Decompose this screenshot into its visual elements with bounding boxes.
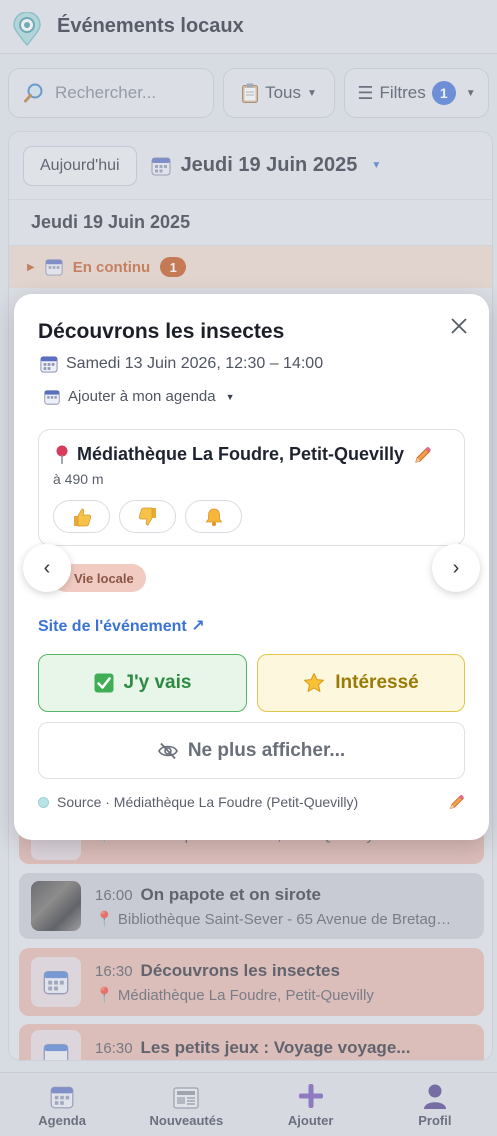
- thumbs-down-icon: [138, 507, 158, 527]
- eye-slash-icon: [157, 742, 178, 760]
- venue-name: Médiathèque La Foudre, Petit-Quevilly: [77, 444, 405, 464]
- going-label: J'y vais: [123, 672, 192, 693]
- interested-button[interactable]: Intéressé: [257, 654, 465, 712]
- edit-pencil-icon[interactable]: [414, 446, 432, 464]
- edit-pencil-icon[interactable]: [449, 794, 465, 810]
- close-button[interactable]: [445, 312, 473, 340]
- bell-icon: [204, 507, 224, 527]
- event-datetime-text: Samedi 13 Juin 2026, 12:30 – 14:00: [66, 355, 324, 372]
- previous-event-button[interactable]: ‹: [23, 544, 71, 592]
- location-pin-icon: [55, 445, 69, 465]
- thumbs-up-button[interactable]: [53, 500, 110, 533]
- hide-event-label: Ne plus afficher...: [187, 739, 346, 761]
- interested-label: Intéressé: [335, 672, 419, 693]
- venue-distance: à 490 m: [53, 471, 104, 487]
- notify-button[interactable]: [185, 500, 242, 533]
- calendar-icon: [40, 355, 58, 373]
- venue-name-row: Médiathèque La Foudre, Petit-Quevilly: [55, 444, 432, 465]
- event-website-link[interactable]: Site de l'événement ↗: [38, 616, 205, 636]
- check-box-icon: [94, 673, 114, 693]
- add-to-agenda-label: Ajouter à mon agenda: [68, 388, 216, 405]
- reaction-buttons: [53, 500, 242, 533]
- chevron-right-icon: ›: [452, 556, 460, 579]
- hide-event-button[interactable]: Ne plus afficher...: [38, 722, 465, 779]
- going-button[interactable]: J'y vais: [38, 654, 247, 712]
- event-title: Découvrons les insectes: [38, 320, 285, 343]
- chevron-left-icon: ‹: [43, 556, 51, 579]
- thumbs-down-button[interactable]: [119, 500, 176, 533]
- chevron-down-icon: ▼: [225, 391, 235, 402]
- next-event-button[interactable]: ›: [432, 544, 480, 592]
- source-dot-icon: [38, 796, 49, 808]
- close-icon: [451, 318, 467, 334]
- event-datetime: Samedi 13 Juin 2026, 12:30 – 14:00: [40, 355, 323, 373]
- venue-card: Médiathèque La Foudre, Petit-Quevilly à …: [38, 429, 465, 546]
- calendar-icon: [44, 389, 60, 405]
- source-text: Source · Médiathèque La Foudre (Petit-Qu…: [57, 794, 359, 810]
- source-row: Source · Médiathèque La Foudre (Petit-Qu…: [38, 794, 465, 810]
- star-icon: [303, 672, 325, 694]
- add-to-agenda-dropdown[interactable]: Ajouter à mon agenda ▼: [44, 388, 235, 405]
- thumbs-up-icon: [72, 507, 92, 527]
- event-detail-modal: Découvrons les insectes Samedi 13 Juin 2…: [14, 294, 489, 840]
